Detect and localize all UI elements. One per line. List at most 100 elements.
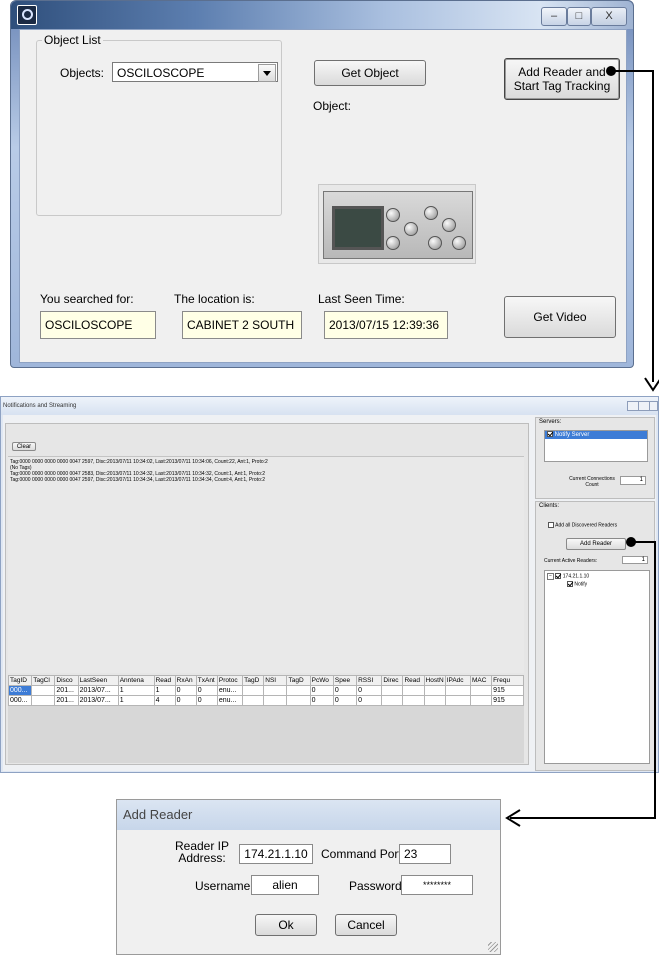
add-reader-button[interactable]: Add Reader [566, 538, 626, 550]
table-cell[interactable]: 4 [153, 695, 176, 706]
collapse-icon[interactable]: − [547, 573, 554, 581]
table-cell[interactable]: 0 [195, 695, 218, 706]
column-header[interactable]: TagD [242, 675, 265, 686]
table-cell[interactable]: enu... [216, 685, 244, 696]
column-header[interactable]: Disco [54, 675, 79, 686]
table-cell[interactable]: 0 [309, 685, 334, 696]
column-header[interactable]: TagCl [31, 675, 56, 686]
password-input[interactable]: ******** [401, 875, 473, 895]
table-cell[interactable] [444, 695, 471, 706]
column-header[interactable]: Direc [381, 675, 404, 686]
column-header[interactable]: Read [153, 675, 176, 686]
table-cell[interactable]: 000... [7, 695, 33, 706]
clear-button[interactable]: Clear [12, 442, 36, 451]
table-cell[interactable] [423, 685, 446, 696]
table-cell[interactable]: 201... [54, 685, 79, 696]
table-cell[interactable]: 0 [195, 685, 218, 696]
column-header[interactable]: Protoc [216, 675, 244, 686]
column-header[interactable]: RSSI [356, 675, 383, 686]
table-cell[interactable] [381, 695, 404, 706]
table-cell[interactable]: 915 [491, 695, 524, 706]
table-cell[interactable] [444, 685, 471, 696]
checkbox-icon[interactable] [547, 431, 553, 438]
cancel-button[interactable]: Cancel [335, 914, 397, 936]
table-cell[interactable] [263, 695, 288, 706]
tree-node-reader[interactable]: − 174.21.1.10 [545, 571, 649, 581]
column-header[interactable]: Read [402, 675, 425, 686]
table-cell[interactable]: 0 [356, 685, 383, 696]
column-header[interactable]: NSI [263, 675, 288, 686]
table-cell[interactable]: 201... [54, 695, 79, 706]
table-cell[interactable] [423, 695, 446, 706]
table-cell[interactable]: 1 [117, 685, 155, 696]
table-cell[interactable] [286, 685, 311, 696]
table-cell[interactable]: 0 [356, 695, 383, 706]
get-video-button[interactable]: Get Video [504, 296, 616, 338]
chevron-down-icon[interactable] [258, 64, 276, 82]
table-cell[interactable] [469, 685, 493, 696]
column-header[interactable]: Spee [332, 675, 358, 686]
log-textbox[interactable]: Tag:0000 0000 0000 0000 0047 2597, Disc:… [8, 456, 524, 673]
objects-combobox[interactable]: OSCILOSCOPE [112, 62, 278, 82]
column-header[interactable]: TagID [7, 675, 33, 686]
tree-node-notify[interactable]: Notify [545, 580, 649, 588]
table-cell[interactable] [31, 685, 56, 696]
column-header[interactable]: RxAn [174, 675, 197, 686]
table-cell[interactable] [242, 695, 265, 706]
close-button[interactable]: X [591, 7, 627, 26]
maximize-button[interactable]: □ [567, 7, 591, 26]
table-cell[interactable] [469, 695, 493, 706]
add-reader-start-tracking-button[interactable]: Add Reader and Start Tag Tracking [504, 58, 620, 100]
table-cell[interactable] [31, 695, 56, 706]
column-header[interactable]: HostN [423, 675, 446, 686]
table-cell[interactable] [286, 695, 311, 706]
table-cell[interactable]: 0 [332, 695, 358, 706]
column-header[interactable]: LastSeen [77, 675, 119, 686]
column-header[interactable]: PcWo [309, 675, 334, 686]
table-cell[interactable]: 2013/07... [77, 685, 119, 696]
scrollbar[interactable] [518, 459, 522, 671]
table-row[interactable]: 000... 201... 2013/07... 1 4 0 0 enu... 0 0 0 915 [7, 695, 524, 706]
tag-grid[interactable]: TagID TagCl Disco LastSeen Anntena Read RxAn Tx… [7, 675, 524, 763]
ok-button[interactable]: Ok [255, 914, 317, 936]
table-cell[interactable] [402, 695, 425, 706]
table-cell[interactable]: 000... [7, 685, 33, 696]
table-cell[interactable]: 0 [174, 685, 197, 696]
server-item[interactable]: Notify Server [545, 431, 647, 439]
table-cell[interactable]: 0 [309, 695, 334, 706]
table-cell[interactable] [402, 685, 425, 696]
port-input[interactable]: 23 [399, 844, 451, 864]
column-header[interactable]: Anntena [117, 675, 155, 686]
table-cell[interactable] [242, 685, 265, 696]
grid-body: 000... 201... 2013/07... 1 1 0 0 enu... 0 0 0 915 00… [7, 685, 524, 706]
get-object-button[interactable]: Get Object [314, 60, 426, 86]
close-icon[interactable] [649, 401, 658, 411]
table-cell[interactable] [263, 685, 288, 696]
column-header[interactable]: Frequ [491, 675, 524, 686]
table-cell[interactable]: 915 [491, 685, 524, 696]
resize-grip-icon[interactable] [488, 942, 498, 952]
table-cell[interactable] [381, 685, 404, 696]
readers-tree[interactable]: − 174.21.1.10 Notify [544, 570, 650, 764]
table-cell[interactable]: 1 [117, 695, 155, 706]
ip-input[interactable]: 174.21.1.10 [239, 844, 313, 864]
add-all-checkbox[interactable]: Add all Discovered Readers [548, 522, 617, 528]
table-cell[interactable]: 0 [332, 685, 358, 696]
table-cell[interactable]: 1 [153, 685, 176, 696]
username-label: Username: [195, 879, 254, 893]
checkbox-icon[interactable] [555, 573, 562, 579]
table-row[interactable]: 000... 201... 2013/07... 1 1 0 0 enu... 0 0 0 915 [7, 685, 524, 696]
column-header[interactable]: IPAdc [444, 675, 471, 686]
table-cell[interactable]: enu... [216, 695, 244, 706]
checkbox-icon[interactable] [567, 581, 573, 588]
minimize-button[interactable]: – [541, 7, 567, 26]
checkbox-icon[interactable] [548, 522, 554, 528]
servers-list[interactable]: Notify Server [544, 430, 648, 462]
column-header[interactable]: MAC [469, 675, 493, 686]
table-cell[interactable]: 0 [174, 695, 197, 706]
username-input[interactable]: alien [251, 875, 319, 895]
column-header[interactable]: TxAnt [195, 675, 218, 686]
column-header[interactable]: TagD [286, 675, 311, 686]
table-cell[interactable]: 2013/07... [77, 695, 119, 706]
title-bar[interactable] [11, 1, 633, 29]
